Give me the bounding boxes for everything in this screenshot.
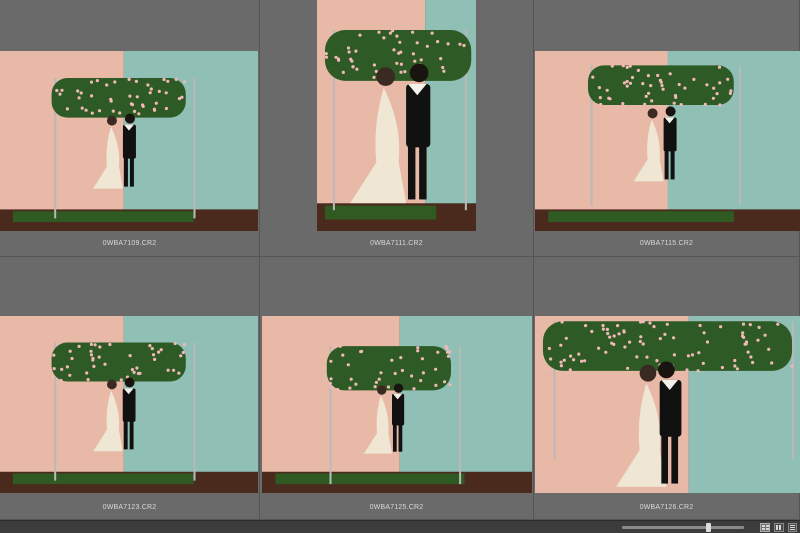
photo-scene — [535, 316, 800, 493]
foliage-arch — [326, 346, 451, 391]
teal-wall — [123, 316, 258, 493]
groom-head — [124, 377, 135, 388]
grass-carpet — [324, 205, 437, 220]
thumbnail-grid: 0WBA7109.CR2 0WBA7111.CR2 0WBA7115.CR2 0… — [0, 0, 800, 520]
thumbnail-cell[interactable]: 0WBA7109.CR2 — [0, 0, 260, 257]
arch-pole — [739, 65, 742, 206]
thumbnail-cell[interactable]: 0WBA7126.CR2 — [534, 257, 800, 520]
photo-scene — [535, 51, 800, 231]
thumbnail-cell[interactable]: 0WBA7125.CR2 — [260, 257, 534, 520]
bride-head — [377, 385, 387, 395]
filmstrip-view-icon[interactable] — [774, 523, 784, 532]
thumbnail-cell[interactable]: 0WBA7111.CR2 — [260, 0, 534, 257]
thumbnail-filename: 0WBA7115.CR2 — [639, 240, 694, 247]
groom-head — [409, 63, 429, 83]
arch-pole — [459, 346, 462, 485]
thumbnail-cell[interactable]: 0WBA7115.CR2 — [534, 0, 800, 257]
thumbnail-image[interactable] — [317, 0, 476, 231]
thumbnail-filename: 0WBA7123.CR2 — [102, 504, 157, 511]
thumbnail-filename: 0WBA7126.CR2 — [639, 504, 694, 511]
bride-head — [639, 364, 657, 382]
groom-head — [665, 106, 676, 117]
photo-scene — [0, 51, 258, 231]
list-view-icon[interactable] — [788, 523, 797, 532]
thumbnail-image[interactable] — [535, 51, 800, 231]
thumbnail-image[interactable] — [535, 316, 800, 493]
bride-head — [376, 67, 395, 86]
arch-pole — [792, 321, 795, 460]
grass-carpet — [12, 473, 194, 485]
foliage-arch — [324, 30, 472, 81]
thumbnail-image[interactable] — [0, 316, 258, 493]
groom-head — [124, 113, 135, 124]
arch-pole — [193, 78, 196, 219]
foliage-arch — [51, 342, 186, 382]
groom-head — [658, 361, 675, 379]
bride-head — [647, 108, 658, 119]
foliage-arch — [51, 78, 186, 118]
status-bar — [0, 520, 800, 533]
thumbnail-filename: 0WBA7125.CR2 — [369, 504, 424, 511]
thumbnail-cell[interactable]: 0WBA7123.CR2 — [0, 257, 260, 520]
thumbnail-zoom-slider[interactable] — [622, 523, 744, 532]
photo-scene — [0, 316, 258, 493]
bride-head — [106, 115, 117, 126]
grass-carpet — [275, 473, 465, 485]
grass-carpet — [548, 211, 734, 222]
grass-carpet — [12, 211, 194, 222]
groom-head — [393, 383, 404, 393]
grid-view-icon[interactable] — [760, 523, 770, 532]
photo-scene — [317, 0, 476, 231]
arch-pole — [193, 342, 196, 481]
thumbnail-filename: 0WBA7111.CR2 — [370, 240, 423, 247]
zoom-slider-handle[interactable] — [706, 523, 711, 532]
pink-wall — [0, 316, 124, 493]
thumbnail-filename: 0WBA7109.CR2 — [102, 240, 157, 247]
thumbnail-image[interactable] — [262, 316, 532, 493]
teal-wall — [399, 316, 532, 493]
photo-scene — [262, 316, 532, 493]
bride-head — [107, 379, 117, 390]
thumbnail-image[interactable] — [0, 51, 258, 231]
